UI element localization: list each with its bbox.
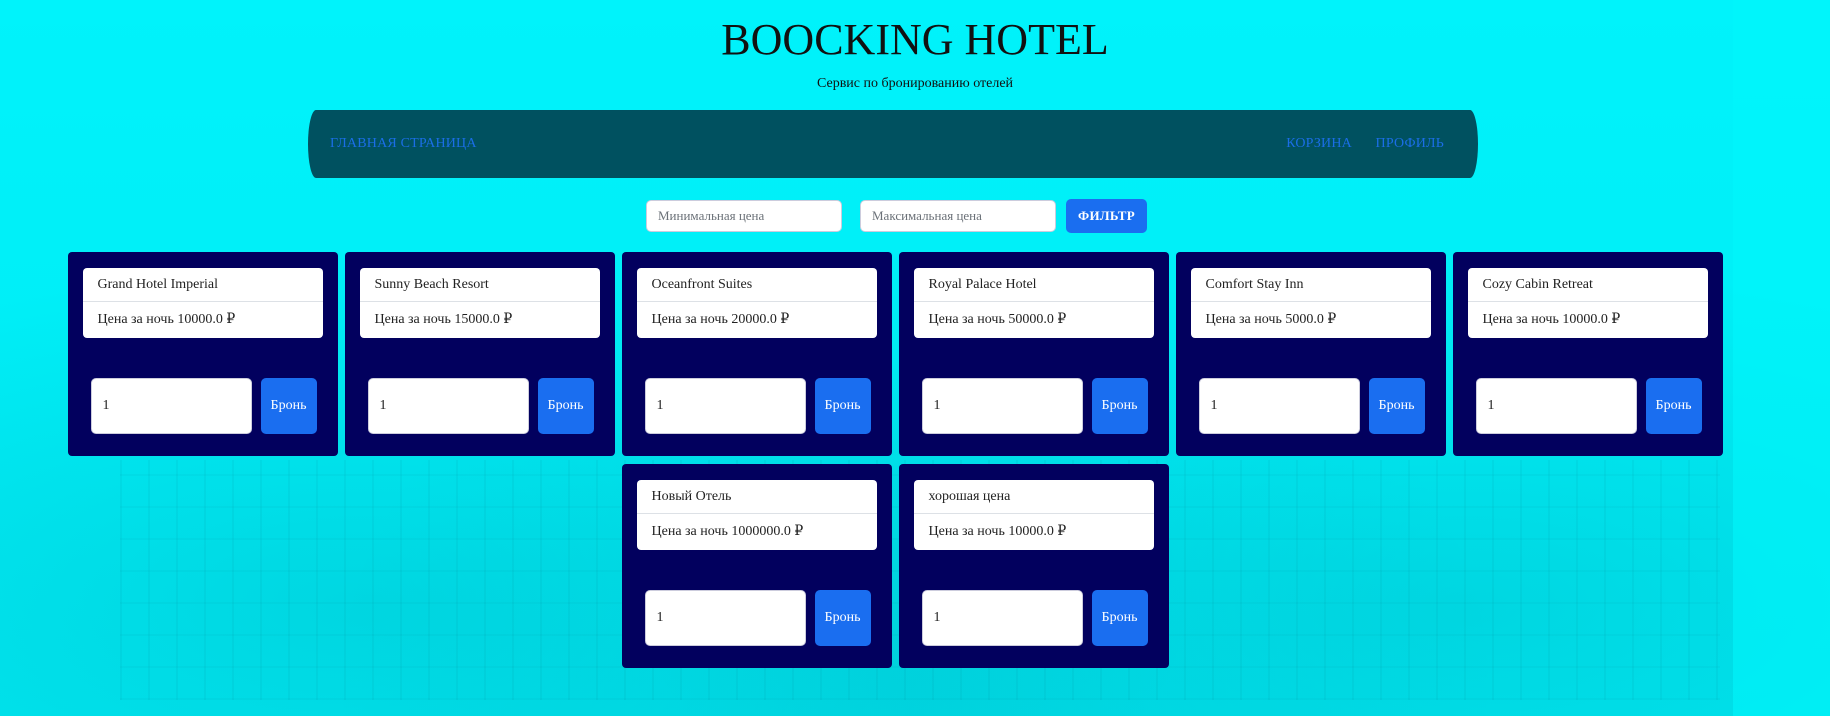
navbar: ГЛАВНАЯ СТРАНИЦА КОРЗИНА ПРОФИЛЬ: [308, 110, 1478, 178]
hotel-card: хорошая цена Цена за ночь 10000.0 ₽ Брон…: [898, 464, 1169, 668]
nav-cart-link[interactable]: КОРЗИНА: [1286, 136, 1352, 152]
hotel-card: Royal Palace Hotel Цена за ночь 50000.0 …: [898, 252, 1169, 456]
hotel-price: Цена за ночь 5000.0 ₽: [1205, 312, 1337, 327]
hotel-info: Sunny Beach Resort Цена за ночь 15000.0 …: [359, 268, 600, 338]
price-filter: ФИЛЬТР: [646, 199, 1147, 233]
hotel-list: Grand Hotel Imperial Цена за ночь 10000.…: [65, 252, 1725, 676]
hotel-name: Oceanfront Suites: [636, 268, 877, 302]
hotel-name: Новый Отель: [636, 480, 877, 514]
hotel-info: Cozy Cabin Retreat Цена за ночь 10000.0 …: [1467, 268, 1708, 338]
hotel-card: Новый Отель Цена за ночь 1000000.0 ₽ Бро…: [621, 464, 892, 668]
hotel-card: Oceanfront Suites Цена за ночь 20000.0 ₽…: [621, 252, 892, 456]
hotel-name: Grand Hotel Imperial: [82, 268, 323, 302]
hotel-name: Cozy Cabin Retreat: [1467, 268, 1708, 302]
hotel-name: Comfort Stay Inn: [1190, 268, 1431, 302]
hotel-price: Цена за ночь 15000.0 ₽: [374, 312, 513, 327]
book-button[interactable]: Бронь: [814, 590, 871, 646]
hotel-info: Oceanfront Suites Цена за ночь 20000.0 ₽: [636, 268, 877, 338]
max-price-input[interactable]: [860, 200, 1056, 232]
book-button[interactable]: Бронь: [814, 378, 871, 434]
nights-input[interactable]: [921, 590, 1083, 646]
hotel-card: Cozy Cabin Retreat Цена за ночь 10000.0 …: [1452, 252, 1723, 456]
filter-button[interactable]: ФИЛЬТР: [1066, 199, 1147, 233]
book-button[interactable]: Бронь: [1368, 378, 1425, 434]
background-edge: [1733, 0, 1830, 716]
book-button[interactable]: Бронь: [260, 378, 317, 434]
nav-profile-link[interactable]: ПРОФИЛЬ: [1376, 136, 1444, 152]
site-subtitle: Сервис по бронированию отелей: [816, 76, 1014, 91]
min-price-input[interactable]: [646, 200, 842, 232]
nights-input[interactable]: [90, 378, 252, 434]
book-button[interactable]: Бронь: [1645, 378, 1702, 434]
book-button[interactable]: Бронь: [537, 378, 594, 434]
hotel-price: Цена за ночь 50000.0 ₽: [928, 312, 1067, 327]
hotel-row: Новый Отель Цена за ночь 1000000.0 ₽ Бро…: [65, 464, 1725, 668]
hotel-info: Новый Отель Цена за ночь 1000000.0 ₽: [636, 480, 877, 550]
hotel-card: Sunny Beach Resort Цена за ночь 15000.0 …: [344, 252, 615, 456]
hotel-price: Цена за ночь 1000000.0 ₽: [651, 524, 804, 539]
nav-home-link[interactable]: ГЛАВНАЯ СТРАНИЦА: [330, 136, 477, 152]
site-title: BOOCKING HOTEL: [721, 15, 1109, 64]
nights-input[interactable]: [644, 378, 806, 434]
nights-input[interactable]: [644, 590, 806, 646]
book-button[interactable]: Бронь: [1091, 590, 1148, 646]
nights-input[interactable]: [1198, 378, 1360, 434]
header: BOOCKING HOTEL Сервис по бронированию от…: [0, 14, 1830, 92]
hotel-info: Grand Hotel Imperial Цена за ночь 10000.…: [82, 268, 323, 338]
book-button[interactable]: Бронь: [1091, 378, 1148, 434]
hotel-price: Цена за ночь 10000.0 ₽: [928, 524, 1067, 539]
nights-input[interactable]: [1475, 378, 1637, 434]
hotel-row: Grand Hotel Imperial Цена за ночь 10000.…: [65, 252, 1725, 456]
nights-input[interactable]: [367, 378, 529, 434]
hotel-name: Sunny Beach Resort: [359, 268, 600, 302]
hotel-info: хорошая цена Цена за ночь 10000.0 ₽: [913, 480, 1154, 550]
hotel-info: Royal Palace Hotel Цена за ночь 50000.0 …: [913, 268, 1154, 338]
hotel-price: Цена за ночь 10000.0 ₽: [1482, 312, 1621, 327]
hotel-price: Цена за ночь 20000.0 ₽: [651, 312, 790, 327]
hotel-card: Grand Hotel Imperial Цена за ночь 10000.…: [67, 252, 338, 456]
nights-input[interactable]: [921, 378, 1083, 434]
hotel-name: хорошая цена: [913, 480, 1154, 514]
hotel-card: Comfort Stay Inn Цена за ночь 5000.0 ₽ Б…: [1175, 252, 1446, 456]
hotel-info: Comfort Stay Inn Цена за ночь 5000.0 ₽: [1190, 268, 1431, 338]
hotel-price: Цена за ночь 10000.0 ₽: [97, 312, 236, 327]
hotel-name: Royal Palace Hotel: [913, 268, 1154, 302]
